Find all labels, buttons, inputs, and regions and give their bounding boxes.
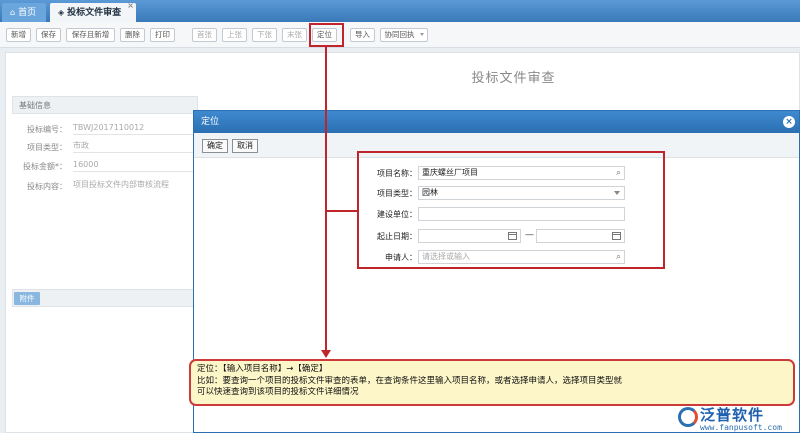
dialog-header: 定位 × [194,111,799,133]
project-type-label: 项目类型： [27,143,67,152]
tab-home[interactable]: ⌂ 首页 [2,3,46,22]
note-line-1: 定位：【输入项目名称】→【确定】 [197,364,328,374]
section-basic-info: 基础信息 [12,96,198,114]
first-record-button[interactable]: 首张 [192,28,217,42]
annotation-arrow [321,350,331,358]
bid-amount-field[interactable]: 16000 [73,159,193,172]
close-icon[interactable]: × [127,1,134,11]
prev-record-button[interactable]: 上张 [222,28,247,42]
main-toolbar: 新增 保存 保存且新增 删除 打印 首张 上张 下张 末张 定位 导入 协同回执 [0,22,800,48]
logo-icon [678,407,698,427]
tab-bid-review-label: 投标文件审查 [67,8,122,18]
annotation-line [325,47,327,352]
collab-receipt-button[interactable]: 协同回执 [380,28,428,42]
highlight-search-form [357,151,665,269]
brand-logo: 泛普软件 www.fanpusoft.com [676,404,800,433]
last-record-button[interactable]: 末张 [282,28,307,42]
dialog-title: 定位 [201,117,220,127]
collab-receipt-label: 协同回执 [384,30,415,39]
bid-content-label: 投标内容： [27,182,67,191]
note-line-2: 比如：要查询一个项目的投标文件审查的表单，在查询条件这里输入项目名称，或者选择申… [197,375,623,386]
save-button[interactable]: 保存 [36,28,61,42]
import-button[interactable]: 导入 [350,28,375,42]
bid-no-label: 投标编号： [27,125,67,134]
chevron-down-icon [420,33,424,36]
add-button[interactable]: 新增 [6,28,31,42]
highlight-locate-button [309,23,344,47]
section-basic-info-label: 基础信息 [19,101,51,110]
bid-no-field[interactable]: TBWJ2017110012 [73,122,193,135]
logo-name: 泛普软件 [700,406,765,424]
delete-button[interactable]: 删除 [120,28,145,42]
home-icon: ⌂ [10,8,16,17]
tab-home-label: 首页 [18,8,37,18]
project-type-field[interactable]: 市政 [73,140,193,153]
annotation-line-branch [325,210,358,212]
save-and-add-button[interactable]: 保存且新增 [66,28,115,42]
close-icon[interactable]: × [783,116,795,128]
next-record-button[interactable]: 下张 [252,28,277,42]
bid-amount-label: 投标金额*： [23,162,67,171]
note-line-3: 可以快速查询到该项目的投标文件详细情况 [197,387,359,397]
page-title: 投标文件审查 [471,71,556,86]
bid-content-field[interactable]: 项目投标文件内部审核流程 [73,179,193,192]
attachment-tab[interactable]: 附件 [14,292,40,305]
logo-url: www.fanpusoft.com [700,423,782,432]
document-icon: ◈ [58,8,65,17]
instruction-note: 定位：【输入项目名称】→【确定】 比如：要查询一个项目的投标文件审查的表单，在查… [189,359,795,406]
cancel-button[interactable]: 取消 [232,139,258,153]
confirm-button[interactable]: 确定 [202,139,228,153]
print-button[interactable]: 打印 [150,28,175,42]
tab-bar: ⌂ 首页 ◈ 投标文件审查 × [0,0,800,22]
tab-bid-review[interactable]: ◈ 投标文件审查 × [50,1,136,22]
